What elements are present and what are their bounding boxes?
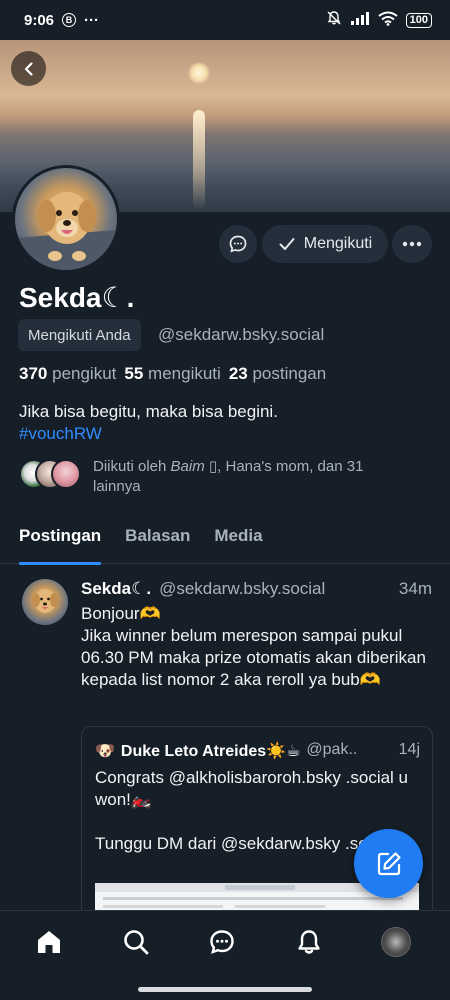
profile-avatar[interactable]	[12, 165, 120, 273]
following-label: mengikuti	[148, 364, 221, 383]
following-stat[interactable]: 55 mengikuti	[124, 364, 220, 384]
profile-tabs: Postingan Balasan Media	[0, 524, 450, 565]
posts-label: postingan	[252, 364, 327, 383]
bell-off-icon	[326, 10, 342, 30]
post-timestamp: 34m	[398, 579, 432, 598]
profile-avatar-thumbnail	[381, 927, 411, 957]
follows-you-badge: Mengikuti Anda	[18, 319, 141, 351]
nav-notifications[interactable]	[292, 925, 326, 959]
followed-by-row[interactable]: Diikuti oleh Baim ▯, Hana's mom, dan 31 …	[19, 457, 413, 497]
home-icon	[38, 931, 60, 953]
followed-by-name: Baim	[170, 458, 205, 475]
nav-chat[interactable]	[205, 925, 239, 959]
post-author-handle[interactable]: @sekdarw.bsky.social	[159, 579, 325, 599]
search-icon	[124, 930, 149, 955]
following-button[interactable]: Mengikuti	[262, 225, 388, 263]
quoted-post-timestamp: 14j	[398, 741, 420, 758]
nav-home[interactable]	[32, 925, 66, 959]
battery-icon: 100	[405, 12, 432, 28]
compose-post-button[interactable]	[354, 829, 423, 898]
status-time: 9:06	[24, 11, 55, 29]
post-author-name[interactable]: Sekda☾.	[81, 579, 151, 599]
profile-display-name: Sekda☾.	[19, 282, 135, 313]
signal-icon	[350, 11, 370, 29]
following-count: 55	[124, 364, 144, 383]
gesture-bar[interactable]	[138, 987, 312, 992]
compose-icon	[377, 851, 401, 875]
followed-by-prefix: Diikuti oleh	[93, 458, 171, 475]
followers-stat[interactable]: 370 pengikut	[19, 364, 116, 384]
followers-count: 370	[19, 364, 48, 383]
chat-bubble-icon	[229, 235, 247, 253]
message-button[interactable]	[219, 225, 257, 263]
following-button-label: Mengikuti	[303, 235, 373, 252]
posts-stat: 23 postingan	[229, 364, 326, 384]
tab-posts[interactable]: Postingan	[19, 524, 102, 565]
post-author-avatar[interactable]	[22, 579, 68, 625]
more-horizontal-icon	[402, 241, 422, 247]
tab-replies[interactable]: Balasan	[125, 524, 190, 564]
post-header: Sekda☾. @sekdarw.bsky.social	[81, 579, 325, 599]
checkmark-icon	[279, 238, 295, 250]
post-text: Bonjour🫶 Jika winner belum merespon samp…	[81, 604, 426, 689]
status-bar: 9:06 B ··· 100	[0, 0, 450, 40]
follower-avatar	[51, 459, 81, 489]
quoted-author-handle: @pak..	[306, 741, 358, 758]
chat-icon	[210, 930, 234, 954]
quoted-post-header: 🐶 Duke Leto Atreides☀️☕ @pak..	[95, 741, 357, 761]
profile-bio: Jika bisa begitu, maka bisa begini. #vou…	[19, 401, 278, 445]
dog-avatar-image	[15, 192, 117, 270]
dog-avatar-image	[32, 589, 58, 613]
quoted-author-name: Duke Leto Atreides☀️☕	[120, 743, 301, 760]
tab-media[interactable]: Media	[214, 524, 262, 564]
banner-sun	[188, 62, 210, 84]
chevron-left-icon	[24, 61, 33, 76]
more-options-button[interactable]	[392, 225, 432, 263]
b-app-icon: B	[62, 13, 77, 27]
posts-count: 23	[228, 364, 248, 383]
back-button[interactable]	[11, 51, 46, 86]
bio-hashtag-link[interactable]: #vouchRW	[19, 423, 278, 445]
quoted-author-avatar-emoji: 🐶	[95, 743, 115, 760]
bio-text: Jika bisa begitu, maka bisa begini.	[19, 402, 278, 421]
followers-label: pengikut	[52, 364, 117, 383]
followed-by-text: Diikuti oleh Baim ▯, Hana's mom, dan 31 …	[93, 457, 413, 497]
profile-stats: 370 pengikut 55 mengikuti 23 postingan	[19, 364, 326, 384]
bell-icon	[298, 930, 320, 954]
more-notifications-icon: ···	[84, 11, 100, 29]
nav-profile[interactable]	[379, 925, 413, 959]
followed-by-avatars	[19, 457, 83, 491]
nav-search[interactable]	[119, 925, 153, 959]
profile-handle: @sekdarw.bsky.social	[158, 325, 325, 344]
banner-sun-reflection	[193, 110, 205, 210]
wifi-icon	[378, 11, 398, 30]
